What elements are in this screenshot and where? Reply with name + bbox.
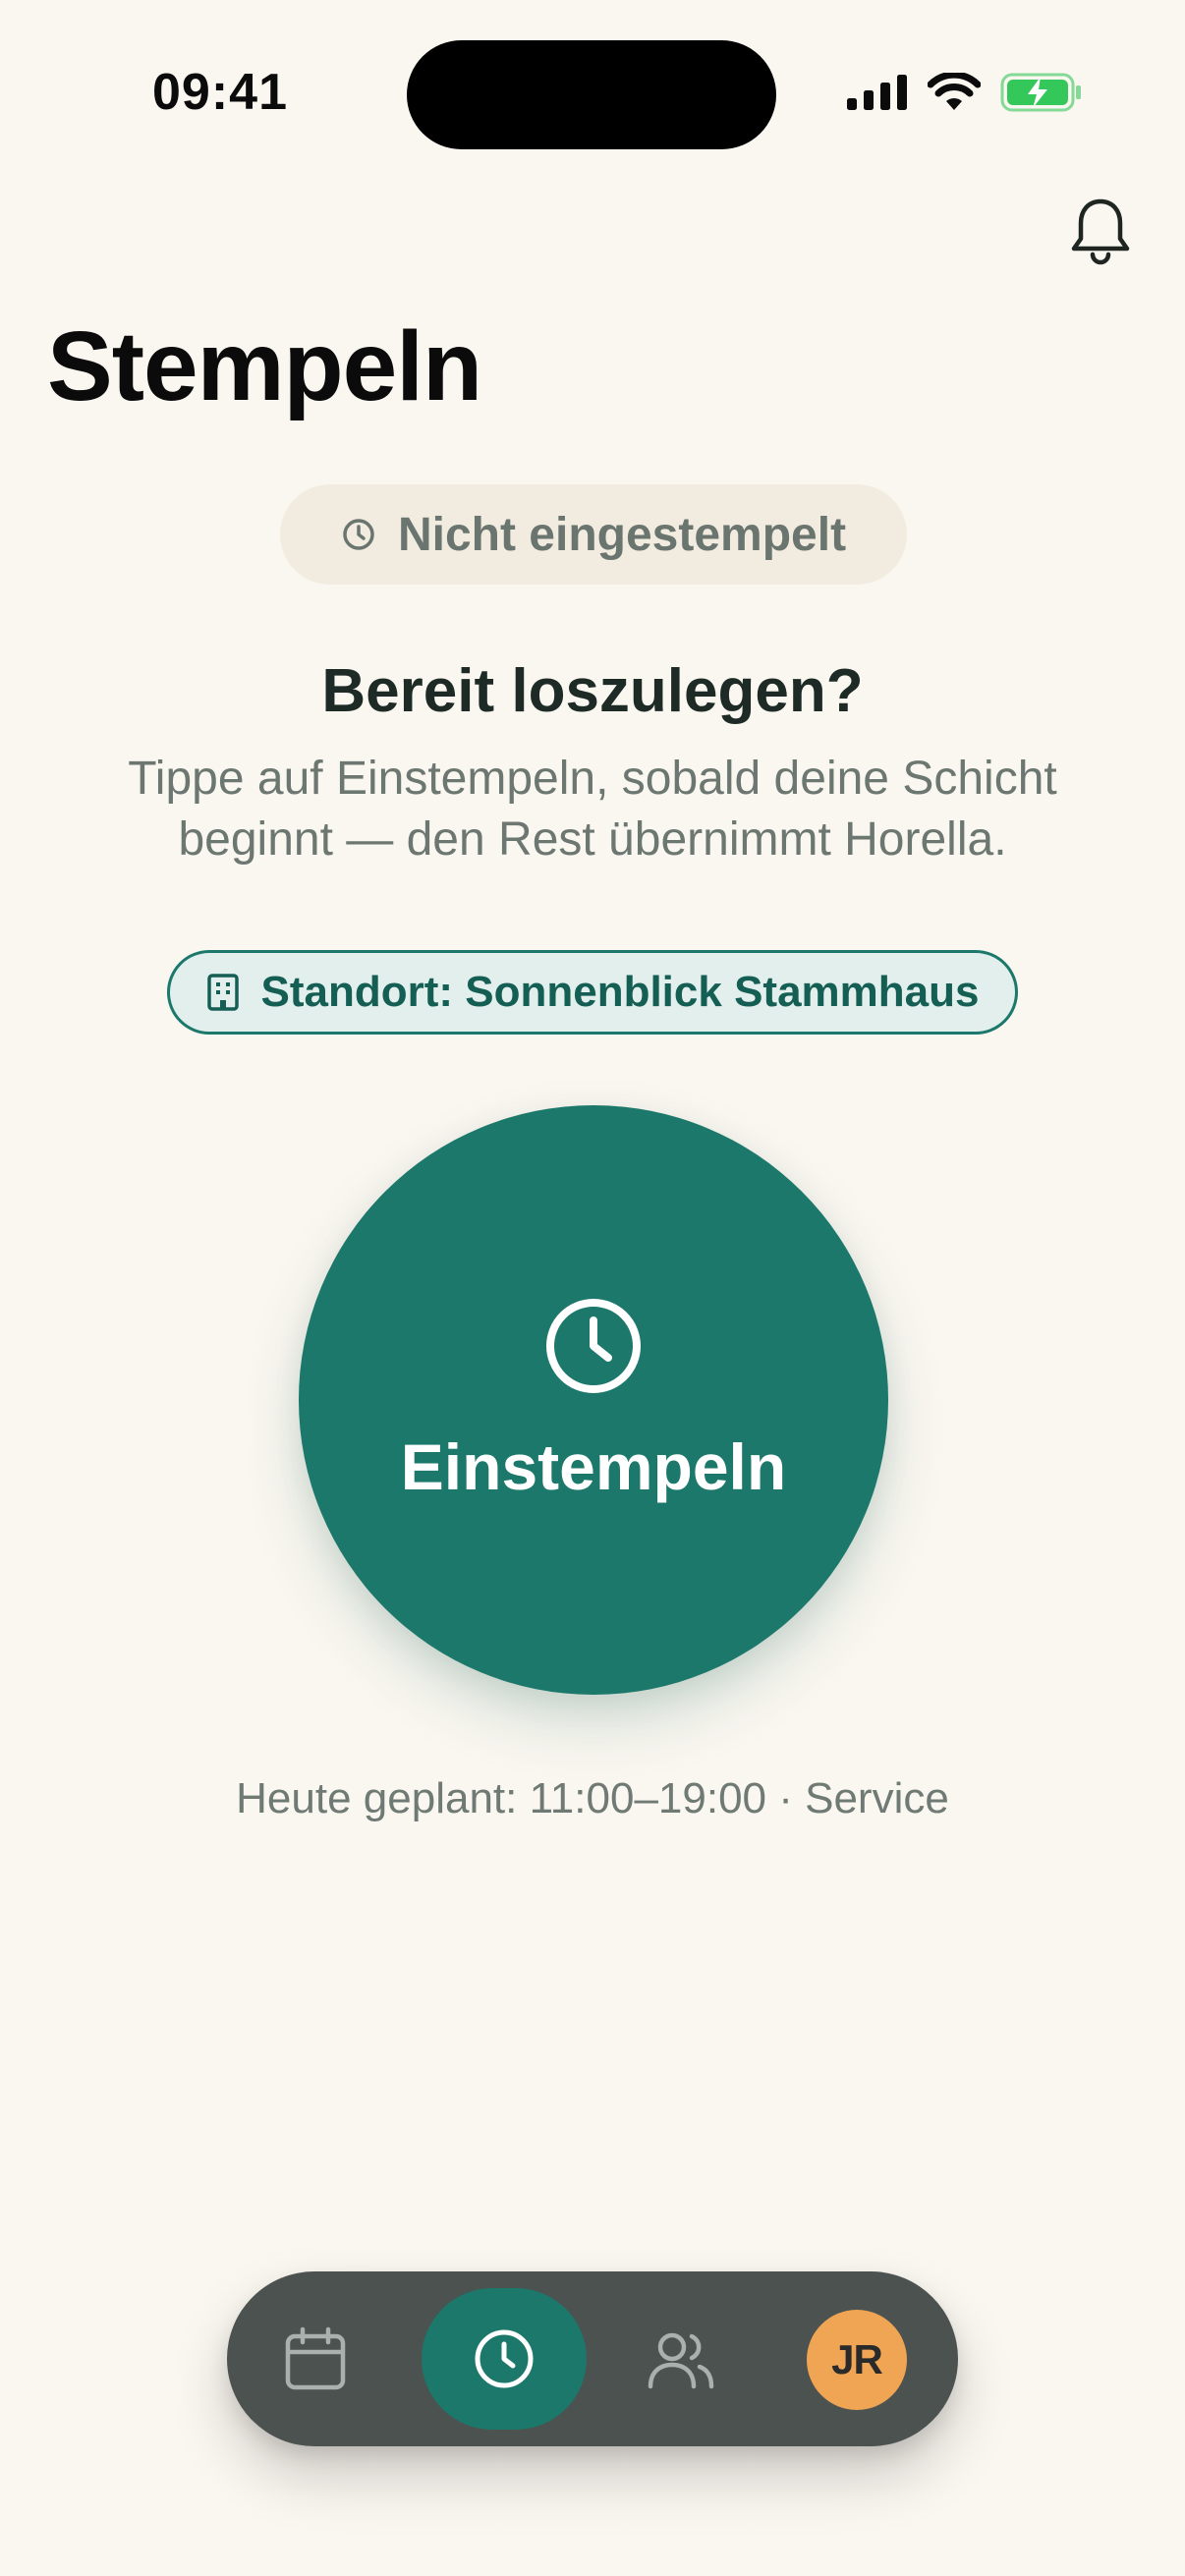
ready-subtitle-line: Tippe auf Einstempeln, sobald deine Schi… [128,753,1057,805]
ready-subtitle: Tippe auf Einstempeln, sobald deine Schi… [0,749,1185,870]
clock-in-button[interactable]: Einstempeln [299,1105,888,1695]
bell-icon [1071,198,1130,265]
tab-profile-avatar[interactable]: JR [807,2310,907,2410]
cellular-signal-icon [847,75,907,110]
notifications-button[interactable] [1067,195,1134,267]
tab-schedule[interactable] [266,2310,365,2408]
ready-subtitle-line: beginnt — den Rest übernimmt Horella. [178,813,1007,866]
ready-heading: Bereit loszulegen? [321,657,864,725]
clock-icon [343,519,374,550]
scheduled-shift-text: Heute geplant: 11:00–19:00 · Service [236,1774,949,1822]
building-icon [206,974,239,1011]
wifi-icon [928,73,981,110]
users-icon [648,2332,714,2389]
location-label: Standort: Sonnenblick Stammhaus [260,968,980,1016]
tab-clock[interactable] [422,2288,587,2430]
clock-status-badge: Nicht eingestempelt [280,484,907,585]
avatar-initials: JR [831,2336,883,2382]
clock-icon [475,2329,534,2388]
tab-team[interactable] [632,2310,730,2408]
clock-icon [546,1299,641,1393]
calendar-icon [285,2326,346,2390]
status-time: 09:41 [152,64,288,121]
location-chip[interactable]: Standort: Sonnenblick Stammhaus [167,950,1018,1035]
dynamic-island [407,40,776,149]
tab-bar: JR [227,2271,958,2446]
page-title: Stempeln [47,311,482,421]
battery-charging-icon [1000,73,1081,112]
clock-status-label: Nicht eingestempelt [397,508,847,561]
clock-in-label: Einstempeln [400,1430,787,1503]
status-icons [847,73,1083,112]
